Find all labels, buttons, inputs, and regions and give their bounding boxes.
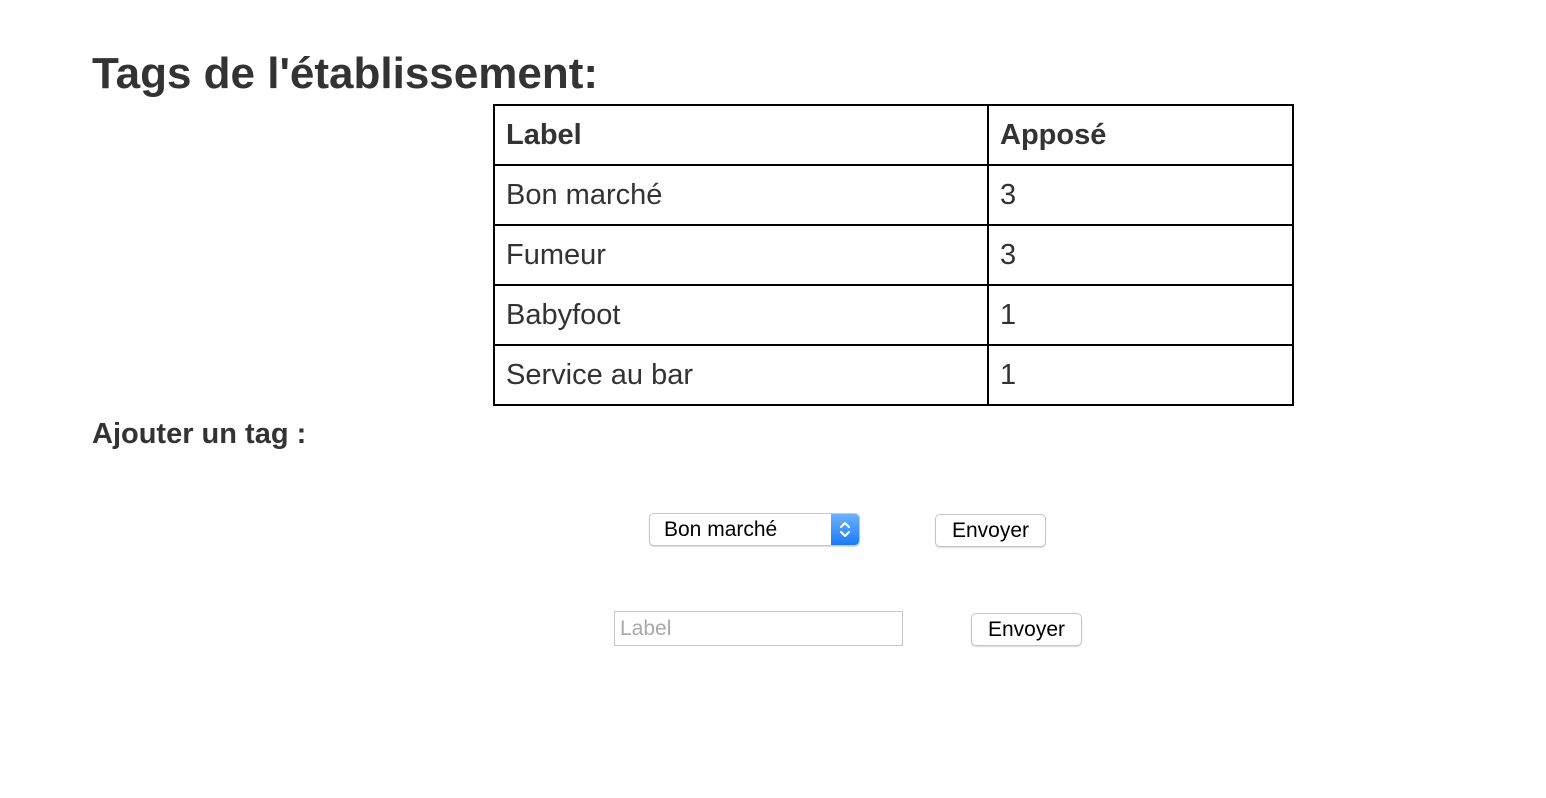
select-arrows-icon — [831, 514, 859, 545]
table-header-row: Label Apposé — [493, 104, 1294, 166]
chevron-up-down-icon — [840, 522, 850, 537]
tag-label-cell: Service au bar — [493, 344, 989, 406]
tag-count-cell: 3 — [987, 224, 1294, 286]
tag-select[interactable]: Bon marché — [649, 513, 860, 546]
column-header-label: Label — [493, 104, 989, 166]
tag-count-cell: 1 — [987, 344, 1294, 406]
table-row: Babyfoot 1 — [493, 284, 1294, 346]
tag-count-cell: 1 — [987, 284, 1294, 346]
table-row: Fumeur 3 — [493, 224, 1294, 286]
send-tag-select-button[interactable]: Envoyer — [935, 514, 1046, 547]
tag-label-cell: Bon marché — [493, 164, 989, 226]
table-row: Service au bar 1 — [493, 344, 1294, 406]
page: Tags de l'établissement: Label Apposé Bo… — [0, 0, 1546, 798]
column-header-appose: Apposé — [987, 104, 1294, 166]
tag-label-cell: Fumeur — [493, 224, 989, 286]
tag-select-value: Bon marché — [664, 518, 778, 541]
add-tag-heading: Ajouter un tag : — [92, 418, 307, 450]
table-row: Bon marché 3 — [493, 164, 1294, 226]
new-tag-label-input[interactable] — [614, 611, 903, 646]
page-title: Tags de l'établissement: — [92, 49, 599, 98]
tag-label-cell: Babyfoot — [493, 284, 989, 346]
tags-table: Label Apposé Bon marché 3 Fumeur 3 Babyf… — [493, 104, 1294, 406]
tag-count-cell: 3 — [987, 164, 1294, 226]
send-new-tag-button[interactable]: Envoyer — [971, 613, 1082, 646]
